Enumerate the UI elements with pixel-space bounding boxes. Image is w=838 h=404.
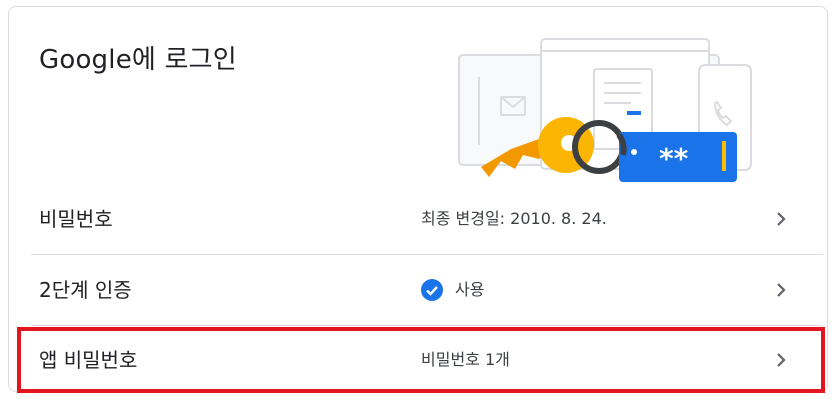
blue-accent-bar (627, 111, 641, 115)
password-row[interactable]: 비밀번호 최종 변경일: 2010. 8. 24. (9, 184, 827, 254)
two-step-verification-row[interactable]: 2단계 인증 사용 (9, 255, 827, 325)
two-step-row-label: 2단계 인증 (39, 278, 132, 302)
password-row-label: 비밀번호 (39, 207, 113, 231)
two-step-row-value: 사용 (455, 280, 485, 299)
app-passwords-row-label: 앱 비밀번호 (39, 348, 138, 372)
signin-card: Google에 로그인 ** 비밀번호 최종 변경일: 2010. 8. 24.… (8, 6, 828, 392)
app-passwords-row-value: 비밀번호 1개 (421, 350, 510, 369)
password-last-changed: 최종 변경일: 2010. 8. 24. (421, 184, 607, 254)
signin-illustration: ** (458, 38, 752, 182)
chevron-right-icon (777, 283, 786, 297)
password-row-value: 최종 변경일: 2010. 8. 24. (421, 209, 607, 228)
check-circle-icon (421, 279, 443, 301)
app-passwords-count: 비밀번호 1개 (421, 325, 510, 391)
card-title: Google에 로그인 (39, 45, 237, 75)
password-field-icon: ** (619, 132, 737, 182)
two-step-status: 사용 (421, 255, 484, 325)
svg-text:**: ** (659, 142, 689, 175)
app-passwords-row[interactable]: 앱 비밀번호 비밀번호 1개 (9, 325, 827, 391)
chevron-right-icon (777, 212, 786, 226)
chevron-right-icon (777, 353, 786, 367)
